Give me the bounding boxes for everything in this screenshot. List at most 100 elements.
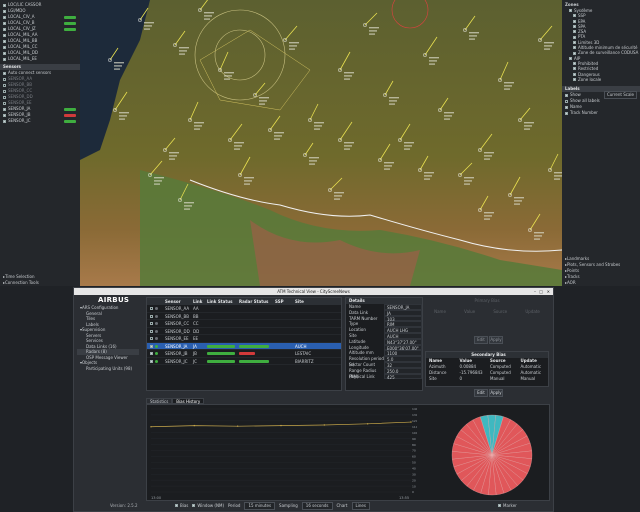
tree-item-checkbox[interactable] xyxy=(3,21,6,25)
row-checkbox[interactable] xyxy=(150,337,153,340)
sensor-checkbox[interactable] xyxy=(3,101,6,105)
marker-toggle[interactable]: Marker xyxy=(498,503,517,509)
connection-tools-row[interactable]: ▸ Connection Tools xyxy=(0,280,80,286)
tree-item-checkbox[interactable] xyxy=(3,27,6,31)
right-section-item[interactable]: ▸ AOR xyxy=(562,280,640,286)
row-status-icon-cell xyxy=(155,335,165,342)
zone-checkbox[interactable] xyxy=(573,40,576,44)
row-checkbox[interactable] xyxy=(150,352,153,355)
sensor-checkbox[interactable] xyxy=(3,119,6,123)
sensor-checkbox[interactable] xyxy=(3,113,6,117)
sampling-select[interactable]: 16 seconds xyxy=(301,502,333,510)
zone-checkbox[interactable] xyxy=(569,9,572,13)
row-checkbox-cell[interactable] xyxy=(147,328,155,335)
tree-item[interactable]: LOCAL_MIL_EE xyxy=(0,56,80,62)
row-checkbox-cell[interactable] xyxy=(147,358,155,365)
row-checkbox[interactable] xyxy=(150,314,153,318)
track-label-line xyxy=(554,178,560,180)
row-checkbox-cell[interactable] xyxy=(147,305,155,312)
tree-item-checkbox[interactable] xyxy=(3,15,6,19)
window-checkbox[interactable] xyxy=(192,504,196,507)
chart-type-select[interactable]: Lines xyxy=(351,502,370,510)
tree-item-checkbox[interactable] xyxy=(3,57,6,61)
tree-item-checkbox[interactable] xyxy=(3,51,6,55)
zone-checkbox[interactable] xyxy=(573,72,576,76)
row-checkbox-cell[interactable] xyxy=(147,350,155,357)
close-icon[interactable]: ✕ xyxy=(547,288,550,295)
nav-item[interactable]: Participating Units (98) xyxy=(77,366,139,372)
sensor-checkbox[interactable] xyxy=(3,107,6,111)
bias-row[interactable]: Site 0 Manual Manual xyxy=(426,376,548,382)
window-toggle[interactable]: Window (NM) xyxy=(192,503,224,509)
bias-checkbox[interactable] xyxy=(175,504,178,507)
tree-item-checkbox[interactable] xyxy=(3,9,6,13)
tree-item-checkbox[interactable] xyxy=(3,39,6,43)
show-checkbox[interactable] xyxy=(565,93,568,97)
zone-checkbox[interactable] xyxy=(573,67,576,71)
zone-checkbox[interactable] xyxy=(573,62,576,66)
tree-item-checkbox[interactable] xyxy=(3,45,6,49)
sensor-checkbox[interactable] xyxy=(3,89,6,93)
detail-value[interactable]: 425 xyxy=(384,373,422,380)
zone-item[interactable]: Zone locale xyxy=(562,77,640,82)
row-checkbox[interactable] xyxy=(150,322,153,325)
row-checkbox[interactable] xyxy=(150,344,153,348)
track-label-line xyxy=(154,177,164,179)
minimize-icon[interactable]: – xyxy=(534,288,536,295)
period-select[interactable]: 15 minutes xyxy=(244,502,276,510)
row-checkbox-cell[interactable] xyxy=(147,313,155,320)
table-row[interactable]: SENSOR_EE EE xyxy=(147,335,341,343)
tree-item-checkbox[interactable] xyxy=(3,3,6,7)
row-checkbox-cell[interactable] xyxy=(147,320,155,327)
zone-checkbox[interactable] xyxy=(569,56,572,60)
row-checkbox-cell[interactable] xyxy=(147,343,155,350)
table-row[interactable]: SENSOR_JC JC BIARRITZ xyxy=(147,358,341,365)
table-row[interactable]: SENSOR_CC CC xyxy=(147,320,341,328)
zone-checkbox[interactable] xyxy=(573,25,576,29)
track-label-line xyxy=(334,198,340,200)
row-checkbox[interactable] xyxy=(150,329,153,333)
name-checkbox[interactable] xyxy=(565,105,568,109)
apply-button-2[interactable]: Apply xyxy=(489,389,503,397)
track-label-line xyxy=(244,180,252,182)
track-label-line xyxy=(344,72,354,74)
zone-checkbox[interactable] xyxy=(573,19,576,23)
table-row[interactable]: SENSOR_JB JB LESTAIC xyxy=(147,350,341,358)
marker-checkbox[interactable] xyxy=(498,504,501,507)
sensor-checkbox[interactable] xyxy=(3,95,6,99)
edit-button-2[interactable]: Edit xyxy=(474,389,488,397)
table-row[interactable]: SENSOR_JA JA AUCH xyxy=(147,342,341,350)
track-number-checkbox[interactable] xyxy=(565,111,568,115)
row-checkbox[interactable] xyxy=(150,307,153,310)
sensor-item[interactable]: SENSOR_JC xyxy=(0,118,80,124)
sensor-checkbox[interactable] xyxy=(3,83,6,87)
edit-button[interactable]: Edit xyxy=(474,336,488,344)
table-row[interactable]: SENSOR_AA AA xyxy=(147,305,341,313)
tree-item-checkbox[interactable] xyxy=(3,33,6,37)
zone-checkbox[interactable] xyxy=(573,46,576,50)
bias-toggle[interactable]: Bias xyxy=(175,503,188,509)
radar-map[interactable] xyxy=(80,0,562,286)
link-cell: CC xyxy=(193,321,199,326)
zone-checkbox[interactable] xyxy=(573,14,576,18)
zone-checkbox[interactable] xyxy=(573,51,576,55)
apply-button[interactable]: Apply xyxy=(489,336,503,344)
track-label-line xyxy=(154,183,160,185)
table-row[interactable]: SENSOR_BB BB xyxy=(147,313,341,320)
show-all-labels-checkbox[interactable] xyxy=(565,99,568,103)
auto-connect-checkbox[interactable] xyxy=(3,71,6,75)
row-checkbox-cell[interactable] xyxy=(147,335,155,342)
window-titlebar[interactable]: ATM Technical View - CityScreeNews ✕ □ – xyxy=(74,288,553,295)
current-scale-select[interactable]: Current Scale xyxy=(603,91,637,100)
track-number-row[interactable]: Track Number xyxy=(562,110,640,116)
zone-checkbox[interactable] xyxy=(573,78,576,81)
table-row[interactable]: SENSOR_DD DD xyxy=(147,328,341,335)
status-dot-icon xyxy=(155,344,158,348)
row-checkbox[interactable] xyxy=(150,359,153,363)
zone-checkbox[interactable] xyxy=(573,30,576,34)
maximize-icon[interactable]: □ xyxy=(539,288,543,295)
track-label-line xyxy=(524,128,530,130)
tree-item-label: LOCAL_MIL_EE xyxy=(8,56,37,61)
zone-checkbox[interactable] xyxy=(573,35,576,39)
sensor-checkbox[interactable] xyxy=(3,77,6,81)
